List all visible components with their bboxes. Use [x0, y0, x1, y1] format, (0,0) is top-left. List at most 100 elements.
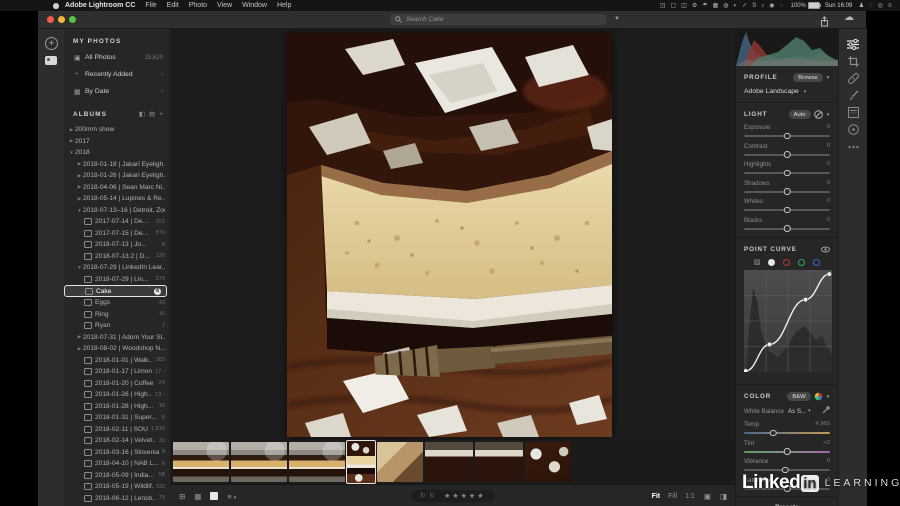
album-item-2018-01-20-coffee[interactable]: 2018-01-20 | Coffee24	[64, 378, 170, 390]
album-item-2017-07-15-de[interactable]: 2017-07-15 | De...876	[64, 228, 170, 240]
channel-white-button[interactable]	[768, 259, 775, 266]
status-icon-8[interactable]: ✓	[742, 3, 747, 9]
folder-2018-07-13-16-detroit-zoo[interactable]: ▼2018-07-13–16 | Detroit, Zoo	[64, 205, 170, 217]
browse-button[interactable]: Browse	[793, 73, 822, 82]
zoom-mode-fill[interactable]: Fill	[668, 493, 677, 500]
album-item-2018-01-01-walk[interactable]: 2018-01-01 | Walk...383	[64, 355, 170, 367]
radial-gradient-tool-icon[interactable]	[839, 121, 867, 138]
album-item-2018-01-31-super[interactable]: 2018-01-31 | Super...5	[64, 412, 170, 424]
status-icon-1[interactable]: ▢	[671, 3, 677, 9]
status-icon-2[interactable]: ◫	[681, 3, 687, 9]
zoom-mode-fit[interactable]: Fit	[652, 493, 661, 500]
status-icon-4[interactable]: ☂	[702, 3, 707, 9]
curve-point[interactable]	[744, 369, 748, 372]
add-photos-button[interactable]: +	[45, 37, 58, 50]
albums-view-list-icon[interactable]: ▤	[149, 110, 155, 118]
channel-blue-button[interactable]	[813, 259, 820, 266]
slider-track[interactable]	[744, 451, 830, 453]
filmstrip-thumbnail-8[interactable]	[525, 442, 571, 482]
menu-view[interactable]: View	[217, 2, 232, 9]
filter-funnel-icon[interactable]: ▼	[614, 16, 620, 22]
filmstrip-thumbnail-4[interactable]	[347, 441, 375, 483]
slider-track[interactable]	[744, 228, 830, 230]
slider-knob[interactable]	[784, 207, 791, 214]
close-window-button[interactable]	[47, 16, 54, 23]
album-item-2018-07-29-lin[interactable]: 2018-07-29 | Lin...279	[64, 274, 170, 286]
status-icon-12[interactable]: ◌	[779, 3, 783, 9]
brush-tool-icon[interactable]	[839, 87, 867, 104]
flag-icon-1[interactable]: ⚐	[420, 493, 426, 500]
zoom-window-button[interactable]	[69, 16, 76, 23]
album-item-2018-07-13-jo[interactable]: 2018-07-13 | Jo...8	[64, 239, 170, 251]
sidebar-item-recently-added[interactable]: ◔Recently Added›	[64, 66, 170, 83]
menu-window[interactable]: Window	[242, 2, 267, 9]
filmstrip-thumbnail-3[interactable]	[289, 442, 345, 482]
album-item-2018-05-09-india[interactable]: 2018-05-09 | India...58	[64, 470, 170, 482]
sort-icon[interactable]: ≡▾	[227, 492, 236, 501]
folder-2018-01-26-jakari-eyeligh[interactable]: ▶2018-01-26 | Jakari Eyeligh...	[64, 170, 170, 182]
album-item-2018-01-17-limon[interactable]: 2018-01-17 | Limon...17◦	[64, 366, 170, 378]
slider-knob[interactable]	[784, 188, 791, 195]
healing-brush-tool-icon[interactable]	[839, 70, 867, 87]
slider-knob[interactable]	[784, 133, 791, 140]
more-tool-icon[interactable]	[839, 138, 867, 155]
menubar-trailing-icon-1[interactable]: ◌	[869, 3, 873, 9]
crop-tool-icon[interactable]	[839, 53, 867, 70]
panel-toggle-icon[interactable]: ◨	[720, 492, 727, 501]
album-item-2018-01-26-high[interactable]: 2018-01-26 | High...13◦	[64, 389, 170, 401]
slider-track[interactable]	[744, 432, 830, 434]
album-item-2018-06-12-lensb[interactable]: 2018-06-12 | Lensb...79	[64, 493, 170, 505]
auto-button[interactable]: Auto	[789, 110, 811, 119]
album-item-2018-02-14-velvet[interactable]: 2018-02-14 | Velvet...31	[64, 435, 170, 447]
album-item-2018-02-11-sou[interactable]: 2018-02-11 | SOU...1,815	[64, 424, 170, 436]
menu-help[interactable]: Help	[277, 2, 291, 9]
status-icon-10[interactable]: ♪	[761, 3, 764, 9]
status-icon-3[interactable]: ⚙	[692, 3, 697, 9]
presets-button[interactable]: Presets	[736, 496, 838, 506]
profile-dropdown[interactable]: Adobe Landscape ▾	[744, 88, 830, 95]
sidebar-item-by-date[interactable]: ▦By Date›	[64, 83, 170, 100]
slider-track[interactable]	[744, 154, 830, 156]
app-menu-title[interactable]: Adobe Lightroom CC	[65, 2, 135, 9]
light-chevron-icon[interactable]: ▾	[827, 112, 830, 118]
album-item-2018-07-13-2-d[interactable]: 2018-07-13.2 | D...120	[64, 251, 170, 263]
slider-track[interactable]	[744, 135, 830, 137]
slider-track[interactable]	[744, 469, 830, 471]
edit-tool-icon[interactable]	[839, 36, 867, 53]
folder-2018-01-18-jakari-eyeligh[interactable]: ▶2018-01-18 | Jakari Eyeligh...	[64, 159, 170, 171]
channel-red-button[interactable]	[783, 259, 790, 266]
cloud-sync-icon[interactable]: ☁	[844, 12, 854, 23]
slider-knob[interactable]	[770, 430, 777, 437]
status-icon-5[interactable]: ▦	[713, 3, 719, 9]
album-item-2018-04-10-nab-l[interactable]: 2018-04-10 | NAB L...6	[64, 458, 170, 470]
zoom-mode-1-1[interactable]: 1:1	[685, 493, 695, 500]
folder-200mm-show[interactable]: ▶200mm show	[64, 124, 170, 136]
search-input[interactable]: Search Cake	[390, 14, 606, 25]
curve-point[interactable]	[803, 297, 807, 301]
slider-track[interactable]	[744, 191, 830, 193]
sidebar-item-all-photos[interactable]: ▣All Photos15,620	[64, 49, 170, 66]
album-item-2018-03-16-slovenia[interactable]: 2018-03-16 | Slovenia8	[64, 447, 170, 459]
my-photos-view-icon[interactable]	[45, 56, 57, 65]
curve-point[interactable]	[767, 342, 771, 346]
album-item-2018-05-19-wildlif[interactable]: 2018-05-19 | Wildlif...332	[64, 481, 170, 493]
detail-view-icon[interactable]	[210, 492, 218, 500]
album-item-2018-01-28-high[interactable]: 2018-01-28 | High...16	[64, 401, 170, 413]
folder-2018[interactable]: ▼2018	[64, 147, 170, 159]
square-grid-view-icon[interactable]: ▦	[194, 492, 201, 501]
filmstrip-thumbnail-7[interactable]	[475, 442, 523, 482]
albums-view-grid-icon[interactable]: ◧	[139, 110, 145, 118]
album-item-ring[interactable]: Ring16	[64, 309, 170, 321]
channel-parametric-icon[interactable]: ▨	[754, 258, 761, 266]
slider-knob[interactable]	[784, 151, 791, 158]
folder-2018-08-02-woodshop-n[interactable]: ▶2018-08-02 | Woodshop N...	[64, 343, 170, 355]
tone-curve-icon[interactable]	[814, 110, 823, 119]
menu-file[interactable]: File	[145, 2, 156, 9]
folder-2018-07-31-adorn-your-sl[interactable]: ▶2018-07-31 | Adorn Your Sl...	[64, 332, 170, 344]
curve-point[interactable]	[827, 272, 831, 276]
slider-track[interactable]	[744, 172, 830, 174]
slider-knob[interactable]	[784, 225, 791, 232]
menubar-trailing-icon-3[interactable]: ≡	[888, 3, 892, 9]
main-photo-cake[interactable]	[287, 33, 612, 437]
slider-knob[interactable]	[784, 170, 791, 177]
